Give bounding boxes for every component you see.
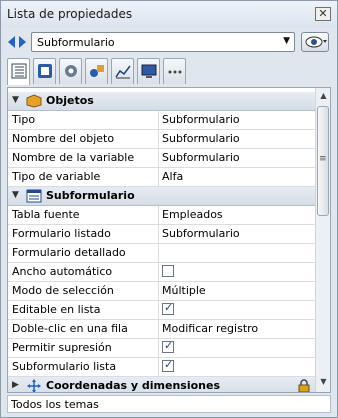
tab-form[interactable] [33, 58, 56, 84]
collapse-icon[interactable]: ▼ [12, 95, 19, 105]
view-options-button[interactable] [301, 32, 329, 52]
property-list-icon [11, 63, 27, 79]
subform-list-checkbox[interactable] [162, 358, 174, 372]
property-tabs [7, 58, 333, 85]
property-name: Nombre de la variable [12, 151, 135, 164]
chart-icon [115, 65, 131, 79]
form-icon [38, 64, 52, 78]
more-icon [168, 70, 182, 74]
property-list-window: Lista de propiedades ✕ Subformulario ▼ ▼… [0, 0, 338, 418]
property-value[interactable]: Subformulario [158, 111, 316, 129]
status-text: Todos los temas [11, 398, 99, 411]
object-select[interactable]: Subformulario ▼ [31, 32, 295, 52]
property-name: Permitir supresión [12, 341, 112, 354]
section-title: Coordenadas y dimensiones [46, 379, 220, 392]
status-bar: Todos los temas [7, 395, 331, 413]
property-row[interactable]: Permitir supresión [8, 339, 316, 358]
allow-delete-checkbox[interactable] [162, 339, 174, 353]
property-row[interactable]: Tipo Subformulario [8, 111, 316, 130]
tab-settings[interactable] [59, 58, 82, 84]
section-title: Objetos [46, 94, 94, 107]
window-title: Lista de propiedades [7, 7, 133, 21]
auto-width-checkbox[interactable] [162, 265, 174, 277]
tab-objects[interactable] [85, 58, 108, 84]
gear-icon [65, 65, 77, 77]
property-value [158, 339, 316, 357]
property-value[interactable]: Subformulario [158, 225, 316, 243]
tab-display[interactable] [137, 58, 160, 84]
collapse-icon[interactable]: ▼ [12, 190, 19, 200]
section-subformulario[interactable]: ▼ Subformulario [8, 187, 316, 206]
property-name: Modo de selección [12, 284, 114, 297]
vertical-scrollbar[interactable]: ▲ ▼ [315, 88, 330, 392]
property-value [158, 358, 316, 376]
property-row[interactable]: Formulario detallado [8, 244, 316, 263]
tab-more[interactable] [163, 58, 186, 84]
property-value[interactable]: Modificar registro [158, 320, 316, 338]
objects-icon [90, 65, 104, 77]
editable-in-list-checkbox[interactable] [162, 301, 174, 315]
scroll-up-icon[interactable]: ▲ [318, 91, 329, 103]
object-selector-row: Subformulario ▼ [1, 28, 337, 56]
property-value[interactable]: Alfa [158, 168, 316, 186]
property-value [158, 301, 316, 319]
property-value[interactable]: Empleados [158, 206, 316, 224]
property-grid: ▼ Objetos Tipo Subformulario Nombre del … [7, 87, 331, 393]
property-row[interactable]: Formulario listado Subformulario [8, 225, 316, 244]
property-name: Formulario listado [12, 227, 111, 240]
property-name: Tipo de variable [12, 170, 101, 183]
property-row[interactable]: Subformulario lista [8, 358, 316, 377]
object-select-value: Subformulario [37, 36, 115, 49]
property-name: Subformulario lista [12, 360, 117, 373]
section-objetos[interactable]: ▼ Objetos [8, 92, 316, 111]
property-value[interactable] [158, 244, 316, 262]
subform-icon [26, 189, 42, 203]
expand-icon[interactable]: ▶ [12, 380, 19, 390]
property-name: Tipo [12, 113, 36, 126]
property-row[interactable]: Tipo de variable Alfa [8, 168, 316, 187]
property-value [158, 263, 316, 281]
property-value[interactable]: Subformulario [158, 149, 316, 167]
title-bar: Lista de propiedades ✕ [1, 1, 337, 27]
property-name: Editable en lista [12, 303, 101, 316]
property-name: Doble-clic en una fila [12, 322, 128, 335]
move-icon [27, 379, 41, 392]
scroll-thumb[interactable] [317, 106, 329, 216]
lock-icon [298, 379, 310, 392]
property-row[interactable]: Nombre de la variable Subformulario [8, 149, 316, 168]
nav-arrows-icon[interactable] [7, 35, 27, 49]
cube-icon [26, 94, 42, 108]
tab-property-list[interactable] [7, 58, 30, 85]
property-name: Tabla fuente [12, 208, 80, 221]
property-value[interactable]: Subformulario [158, 130, 316, 148]
chevron-down-icon: ▼ [283, 36, 290, 46]
property-name: Nombre del objeto [12, 132, 115, 145]
property-name: Ancho automático [12, 265, 113, 278]
property-row[interactable]: Tabla fuente Empleados [8, 206, 316, 225]
property-value[interactable]: Múltiple [158, 282, 316, 300]
property-row[interactable]: Nombre del objeto Subformulario [8, 130, 316, 149]
monitor-icon [141, 64, 157, 78]
property-row[interactable]: Editable en lista [8, 301, 316, 320]
property-row[interactable]: Ancho automático [8, 263, 316, 282]
tab-chart[interactable] [111, 58, 134, 84]
section-coordenadas[interactable]: ▶ Coordenadas y dimensiones [8, 377, 316, 392]
property-row[interactable]: Doble-clic en una fila Modificar registr… [8, 320, 316, 339]
scroll-down-icon[interactable]: ▼ [318, 377, 329, 389]
property-name: Formulario detallado [12, 246, 126, 259]
property-row[interactable]: Modo de selección Múltiple [8, 282, 316, 301]
close-button[interactable]: ✕ [315, 7, 331, 21]
section-title: Subformulario [46, 189, 135, 202]
